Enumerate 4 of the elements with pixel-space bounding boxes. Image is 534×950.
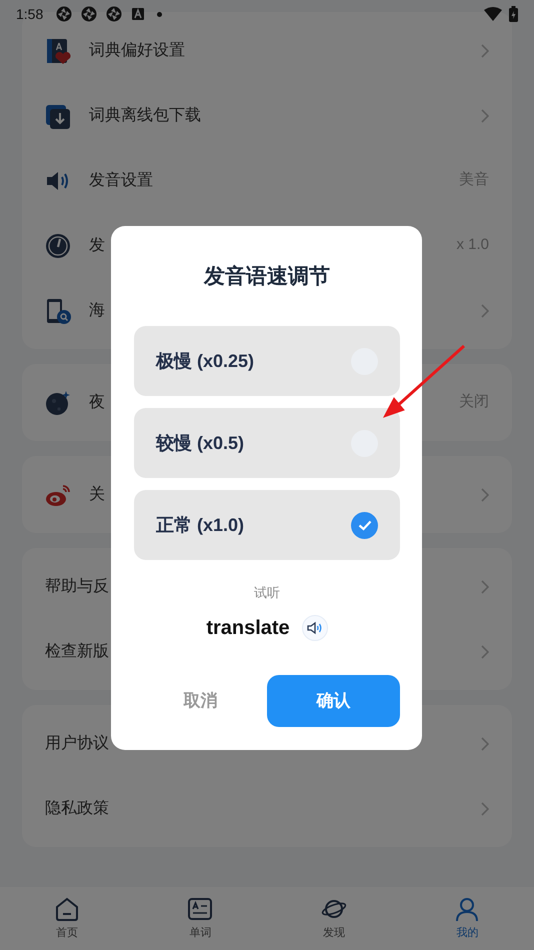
dialog-title: 发音语速调节 [204,264,330,290]
preview-word: translate [206,616,290,641]
preview-label: 试听 [254,584,280,602]
status-time: 1:58 [16,4,44,24]
